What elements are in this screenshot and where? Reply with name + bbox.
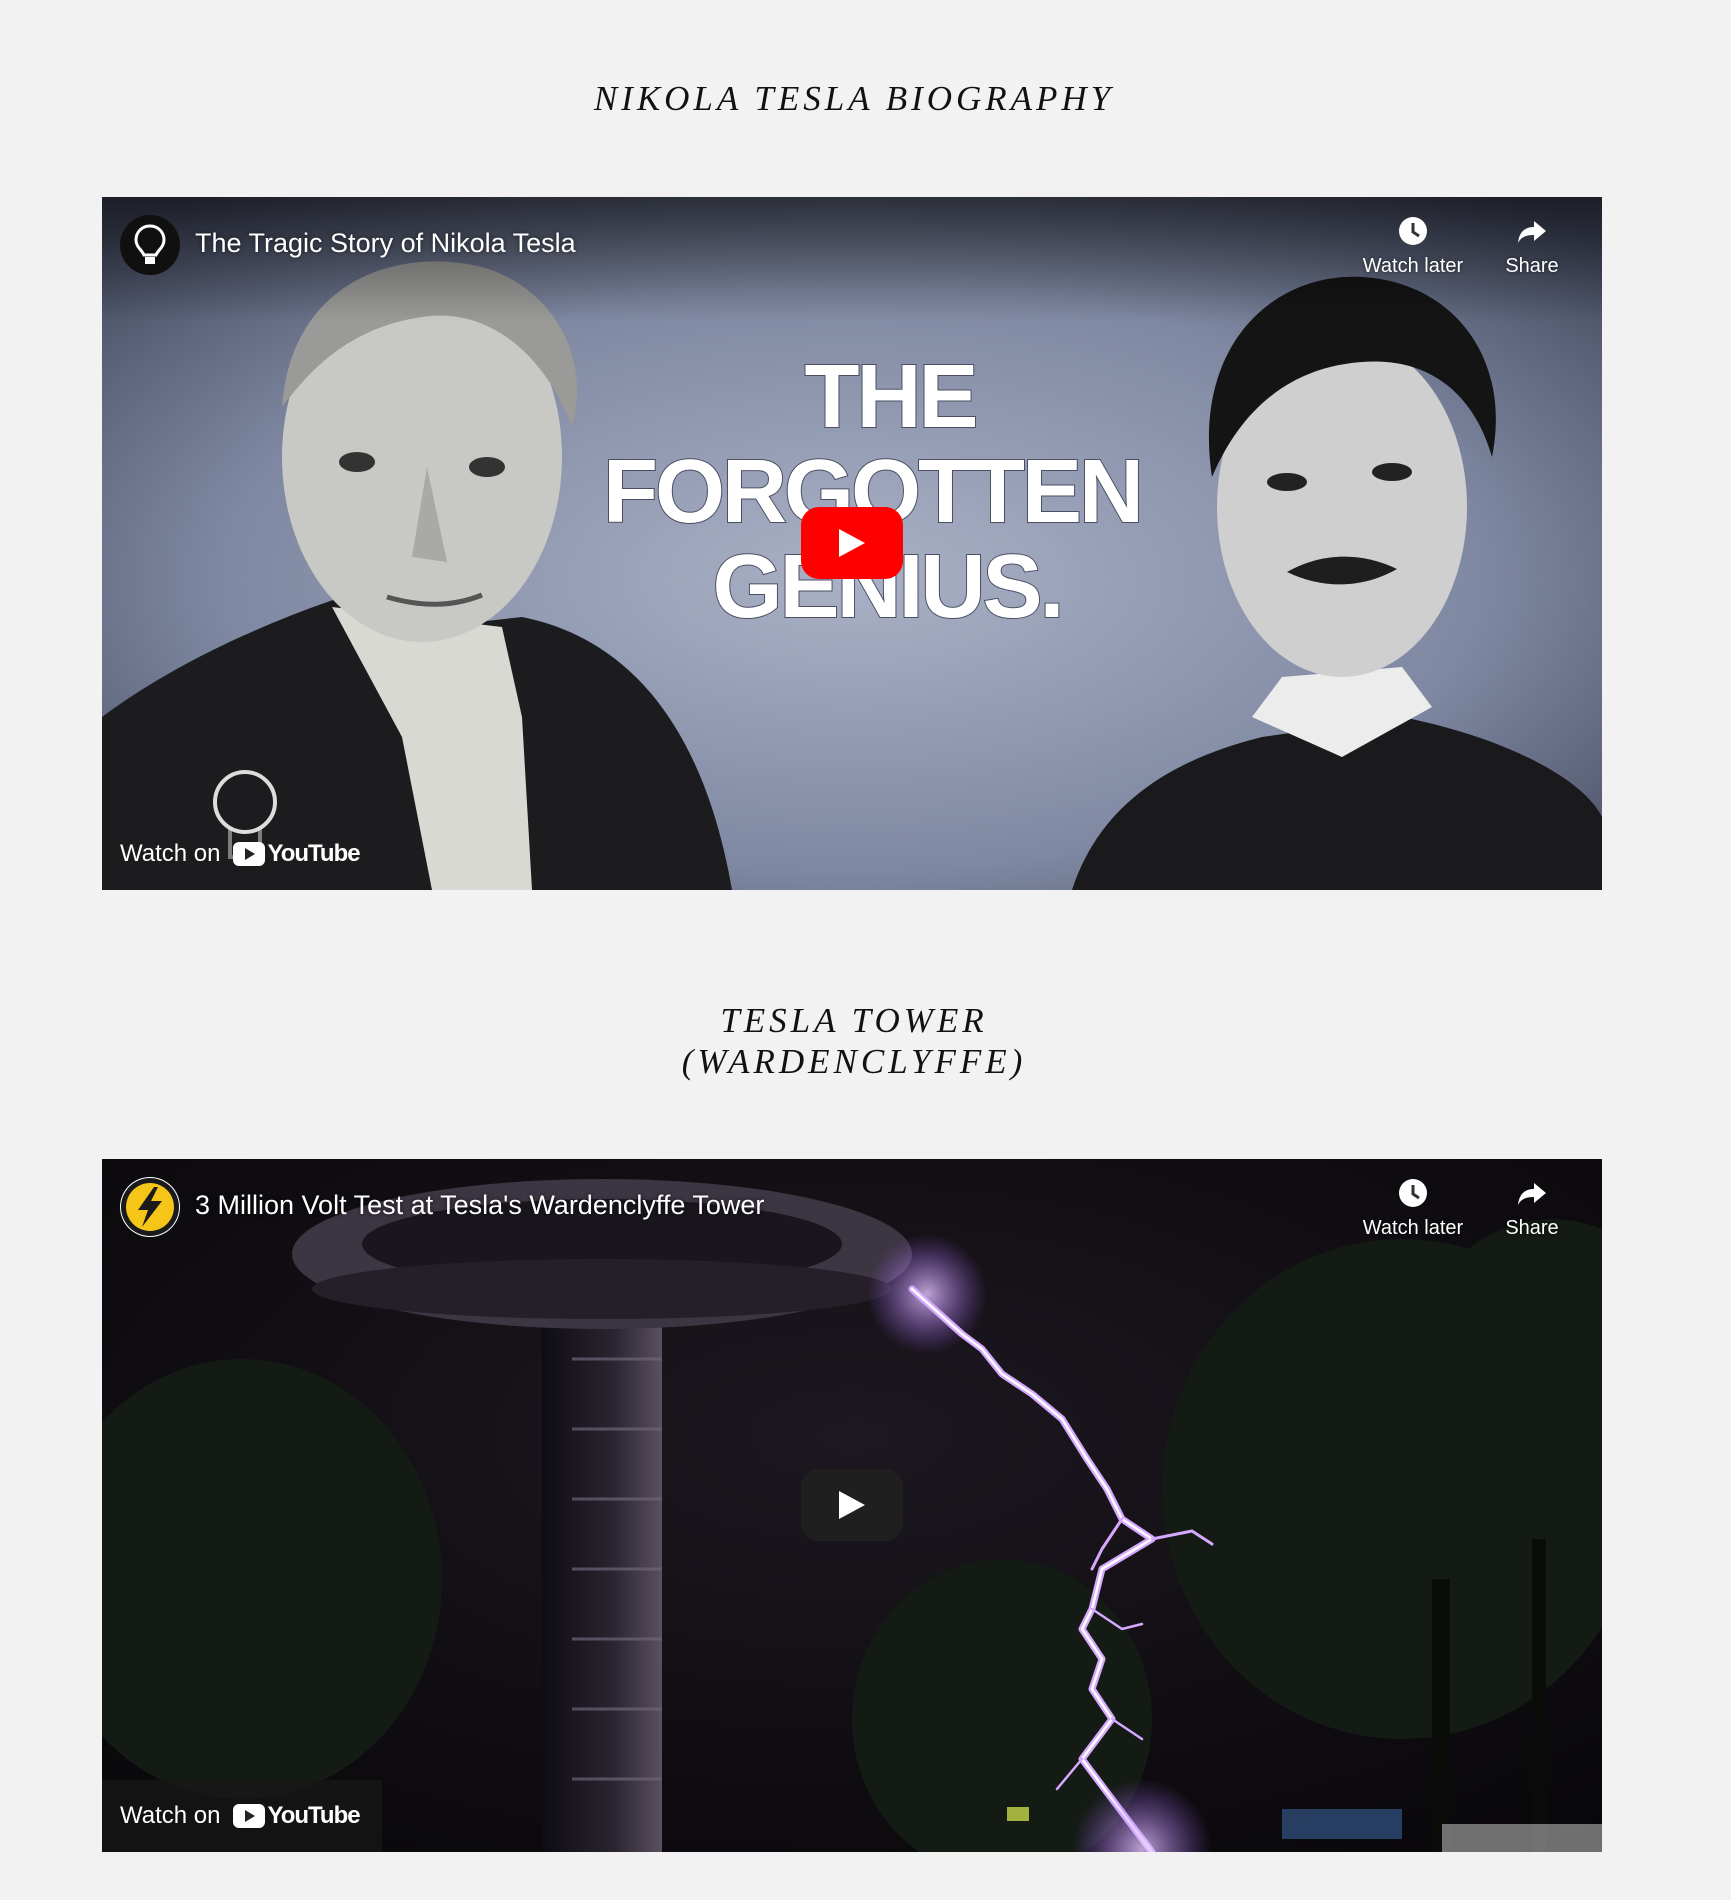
section-title-line-2: (WARDENCLYFFE) (681, 1042, 1027, 1081)
share-arrow-icon (1518, 1183, 1546, 1205)
watch-later-button[interactable]: Watch later (1353, 215, 1473, 278)
play-button[interactable] (801, 507, 903, 579)
lightbulb-icon (134, 224, 166, 264)
youtube-logo: YouTube (232, 1802, 361, 1830)
channel-avatar[interactable] (120, 1177, 180, 1237)
watch-on-youtube-link[interactable]: Watch on YouTube (102, 818, 382, 890)
share-button[interactable]: Share (1472, 1177, 1592, 1240)
watch-later-button[interactable]: Watch later (1353, 1177, 1473, 1240)
watch-later-label: Watch later (1362, 1217, 1464, 1239)
lightning-bolt-icon (121, 1178, 179, 1236)
clock-icon (1399, 217, 1427, 245)
section-title-line-1: TESLA TOWER (720, 1001, 988, 1040)
watch-on-label: Watch on (120, 1802, 221, 1829)
play-icon (839, 1491, 865, 1519)
watch-later-label: Watch later (1362, 255, 1464, 277)
youtube-logo: YouTube (232, 840, 361, 868)
share-arrow-icon (1518, 221, 1546, 243)
video-embed-wardenclyffe[interactable]: 3 Million Volt Test at Tesla's Wardencly… (102, 1159, 1602, 1852)
channel-avatar[interactable] (120, 215, 180, 275)
video-title-link[interactable]: The Tragic Story of Nikola Tesla (195, 228, 576, 259)
play-button[interactable] (801, 1469, 903, 1541)
watch-on-youtube-link[interactable]: Watch on YouTube (102, 1780, 382, 1852)
play-icon (839, 529, 865, 557)
share-button[interactable]: Share (1472, 215, 1592, 278)
youtube-play-icon (232, 1804, 265, 1828)
share-label: Share (1505, 255, 1559, 277)
clock-icon (1399, 1179, 1427, 1207)
watch-on-label: Watch on (120, 840, 221, 867)
video-title-link[interactable]: 3 Million Volt Test at Tesla's Wardencly… (195, 1190, 764, 1221)
section-title-tesla-tower: TESLA TOWER (WARDENCLYFFE) (0, 1000, 1708, 1082)
section-title-biography: NIKOLA TESLA BIOGRAPHY (593, 79, 1115, 118)
youtube-play-icon (232, 842, 265, 866)
youtube-wordmark: YouTube (267, 840, 361, 867)
youtube-wordmark: YouTube (267, 1802, 361, 1829)
share-label: Share (1505, 1217, 1559, 1239)
video-embed-tesla-story[interactable]: THE FORGOTTEN GENIUS. The Tragic Story o… (102, 197, 1602, 890)
